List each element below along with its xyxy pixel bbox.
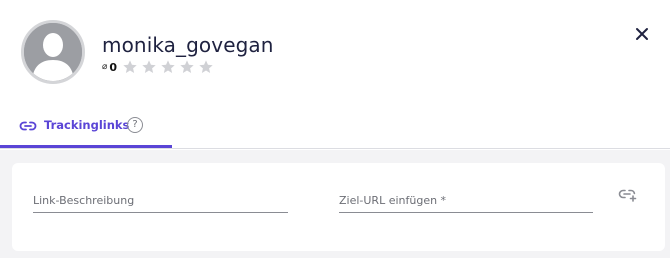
- tracking-link-form: [12, 163, 665, 251]
- close-icon: [636, 28, 648, 40]
- rating: ⌀ 0: [102, 59, 214, 75]
- url-field[interactable]: [339, 189, 593, 213]
- help-icon[interactable]: ?: [127, 117, 143, 133]
- close-button[interactable]: [632, 24, 652, 44]
- add-link-button[interactable]: [618, 187, 638, 207]
- tab-label: Trackinglinks: [44, 118, 130, 132]
- username: monika_govegan: [102, 33, 274, 57]
- star-icon: [123, 60, 137, 73]
- link-icon: [19, 121, 37, 131]
- average-symbol: ⌀: [102, 62, 108, 72]
- url-input[interactable]: [339, 189, 593, 212]
- rating-value: 0: [109, 60, 118, 74]
- tab-trackinglinks[interactable]: Trackinglinks ?: [0, 108, 172, 148]
- description-field[interactable]: [33, 189, 288, 213]
- star-icon: [199, 60, 213, 73]
- star-rating: [122, 59, 214, 75]
- star-icon: [180, 60, 194, 73]
- tab-divider: [0, 148, 670, 149]
- add-link-icon: [618, 189, 637, 202]
- avatar: [21, 20, 85, 84]
- profile-header: monika_govegan ⌀ 0 Trackinglinks ?: [0, 0, 670, 150]
- description-input[interactable]: [33, 189, 288, 212]
- star-icon: [161, 60, 175, 73]
- avatar-silhouette-icon: [24, 23, 82, 81]
- star-icon: [142, 60, 156, 73]
